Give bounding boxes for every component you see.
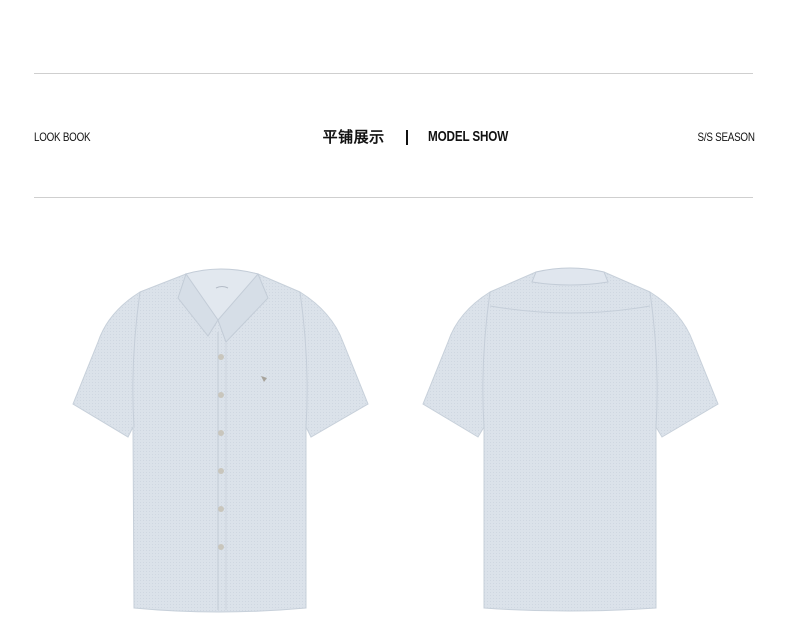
bottom-divider-line bbox=[34, 197, 753, 198]
shirt-front-image bbox=[72, 268, 369, 613]
title-separator bbox=[406, 129, 409, 145]
section-title-en: MODEL SHOW bbox=[427, 128, 508, 145]
shirt-back-image bbox=[422, 267, 719, 612]
season-label: S/S SEASON bbox=[697, 130, 755, 144]
top-divider-line bbox=[34, 73, 753, 74]
section-title-cn: 平铺展示 bbox=[322, 128, 385, 146]
section-title: 平铺展示 MODEL SHOW bbox=[34, 126, 755, 148]
section-header: LOOK BOOK 平铺展示 MODEL SHOW S/S SEASON bbox=[34, 126, 755, 148]
